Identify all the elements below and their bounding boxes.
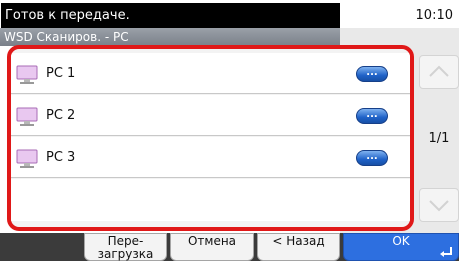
ellipsis-icon: ... bbox=[366, 109, 378, 120]
reload-label-line2: загрузка bbox=[97, 247, 154, 261]
back-button[interactable]: < Назад bbox=[257, 233, 340, 261]
list-item-pc-3[interactable]: PC 3 ... bbox=[11, 137, 410, 178]
enter-arrow-icon bbox=[440, 247, 452, 257]
softkey-bar: Пере- загрузка Отмена < Назад OK bbox=[0, 233, 459, 261]
screen-title-bar: WSD Сканиров. - PC bbox=[0, 28, 340, 46]
screen-title: WSD Сканиров. - PC bbox=[4, 30, 129, 44]
empty-list-slot bbox=[11, 179, 410, 221]
chevron-up-icon bbox=[429, 65, 449, 77]
ellipsis-icon: ... bbox=[366, 151, 378, 162]
destination-list: PC 1 ... PC 2 ... PC 3 ... bbox=[7, 45, 414, 231]
details-button[interactable]: ... bbox=[356, 150, 388, 166]
computer-icon bbox=[16, 65, 38, 84]
list-item-label: PC 3 bbox=[46, 150, 76, 165]
reload-button[interactable]: Пере- загрузка bbox=[84, 233, 167, 261]
ok-button[interactable]: OK bbox=[343, 233, 459, 261]
page-indicator: 1/1 bbox=[428, 131, 450, 146]
list-item-label: PC 1 bbox=[46, 66, 76, 81]
scroll-controls: 1/1 bbox=[419, 55, 459, 231]
ellipsis-icon: ... bbox=[366, 67, 378, 78]
scroll-down-button[interactable] bbox=[419, 188, 459, 222]
list-item-pc-2[interactable]: PC 2 ... bbox=[11, 95, 410, 136]
status-bar: Готов к передаче. 10:10 bbox=[0, 0, 459, 28]
cancel-button[interactable]: Отмена bbox=[170, 233, 254, 261]
scroll-up-button[interactable] bbox=[419, 55, 459, 89]
details-button[interactable]: ... bbox=[356, 66, 388, 82]
ok-label: OK bbox=[392, 234, 410, 248]
list-item-label: PC 2 bbox=[46, 108, 76, 123]
clock: 10:10 bbox=[415, 8, 453, 23]
status-message: Готов к передаче. bbox=[1, 3, 340, 28]
chevron-down-icon bbox=[429, 200, 449, 212]
list-item-pc-1[interactable]: PC 1 ... bbox=[11, 53, 410, 94]
details-button[interactable]: ... bbox=[356, 108, 388, 124]
cancel-label: Отмена bbox=[187, 234, 237, 248]
computer-icon bbox=[16, 107, 38, 126]
computer-icon bbox=[16, 149, 38, 168]
back-label: < Назад bbox=[272, 234, 325, 248]
